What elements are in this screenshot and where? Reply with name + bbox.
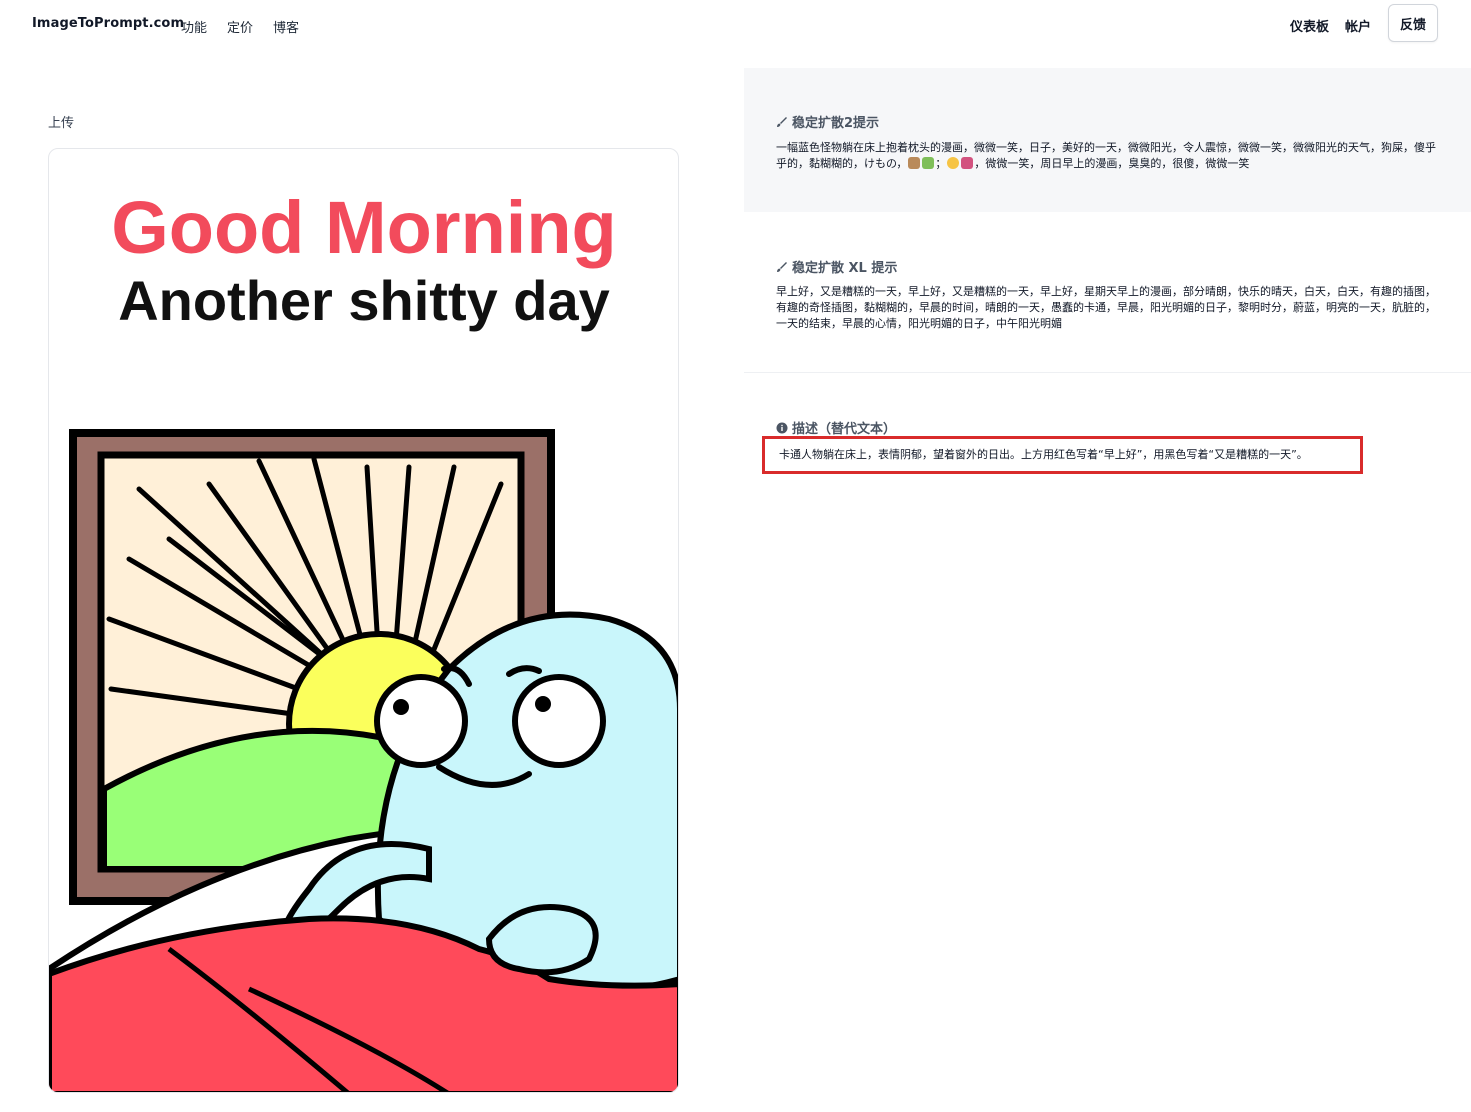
description-title: 描述（替代文本） (776, 418, 896, 437)
sdxl-prompt-panel: 稳定扩散 XL 提示 早上好，又是糟糕的一天，早上好，又是糟糕的一天，早上好，星… (744, 212, 1471, 373)
description-title-label: 描述（替代文本） (792, 422, 897, 437)
image-title-red: Good Morning (111, 186, 617, 269)
smile-emoji-icon (947, 157, 960, 169)
sd2-title-label: 稳定扩散2提示 (792, 116, 880, 131)
sushi-emoji-icon (908, 157, 921, 169)
nav-link-pricing[interactable]: 定价 (227, 17, 253, 36)
sd2-prompt-text[interactable]: 一幅蓝色怪物躺在床上抱着枕头的漫画，微微一笑，日子，美好的一天，微微阳光，令人震… (776, 140, 1441, 172)
brand-logo[interactable]: ImageToPrompt.com (32, 16, 184, 31)
nav-link-blog[interactable]: 博客 (273, 17, 299, 36)
image-title-black: Another shitty day (118, 269, 610, 332)
description-text[interactable]: 卡通人物躺在床上，表情阴郁，望着窗外的日出。上方用红色写着“早上好”，用黑色写着… (779, 447, 1308, 463)
sdxl-title-label: 稳定扩散 XL 提示 (792, 261, 898, 276)
sd2-text-part2: ； (935, 157, 947, 170)
sd2-prompt-panel: 稳定扩散2提示 一幅蓝色怪物躺在床上抱着枕头的漫画，微微一笑，日子，美好的一天，… (744, 68, 1471, 212)
sd2-text-part3: ，微微一笑，周日早上的漫画，臭臭的，很傻，微微一笑 (974, 157, 1250, 170)
uploaded-image: Good Morning Another shitty day (49, 186, 678, 1092)
description-panel: 描述（替代文本） 卡通人物躺在床上，表情阴郁，望着窗外的日出。上方用红色写着“早… (744, 374, 1471, 514)
sd2-prompt-title: 稳定扩散2提示 (776, 112, 879, 131)
nav-link-features[interactable]: 功能 (181, 17, 207, 36)
description-highlight-box: 卡通人物躺在床上，表情阴郁，望着窗外的日出。上方用红色写着“早上好”，用黑色写着… (762, 436, 1363, 474)
nav-link-dashboard[interactable]: 仪表板 (1290, 16, 1329, 35)
upload-dropzone[interactable]: Good Morning Another shitty day (48, 148, 679, 1093)
brush-icon (777, 261, 787, 272)
sdxl-prompt-text[interactable]: 早上好，又是糟糕的一天，早上好，又是糟糕的一天，早上好，星期天早上的漫画，部分晴… (776, 284, 1441, 332)
feedback-button[interactable]: 反馈 (1388, 4, 1438, 42)
nav-link-account[interactable]: 帐户 (1345, 16, 1371, 35)
upload-label: 上传 (48, 116, 75, 131)
top-nav: ImageToPrompt.com 功能 定价 博客 仪表板 帐户 反馈 (0, 0, 1471, 50)
bouquet-emoji-icon (922, 157, 935, 169)
sunrise-emoji-icon (961, 157, 974, 169)
brush-icon (777, 116, 787, 127)
sdxl-prompt-title: 稳定扩散 XL 提示 (776, 257, 897, 276)
info-icon (776, 422, 788, 433)
